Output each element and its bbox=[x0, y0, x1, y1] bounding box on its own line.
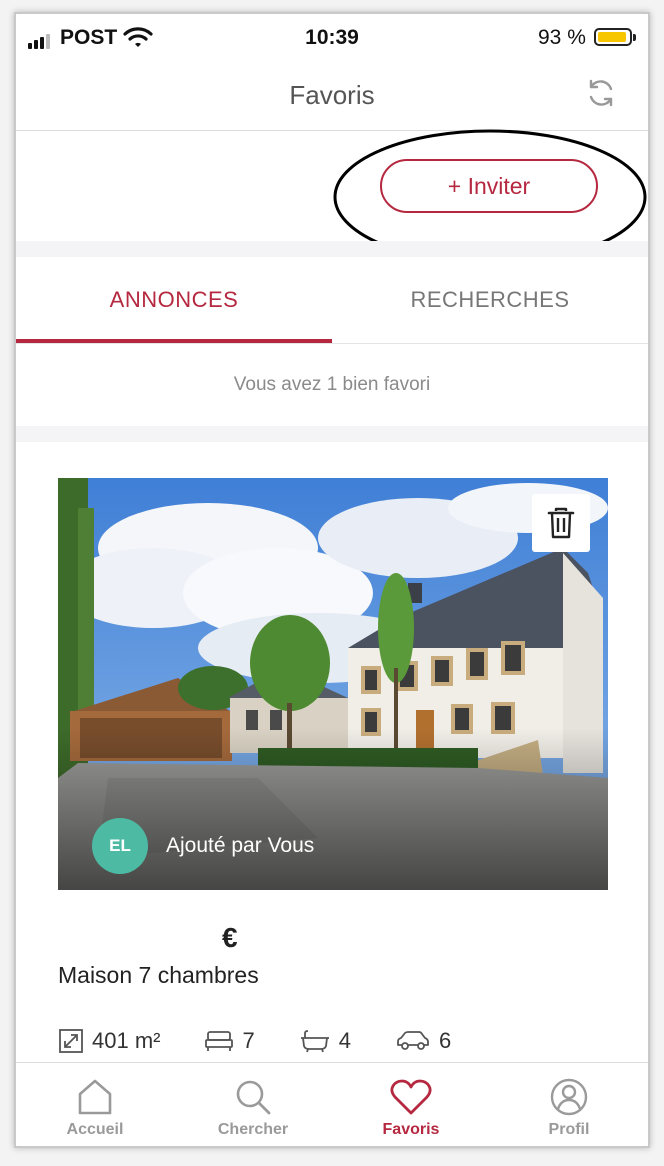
surface-icon bbox=[59, 1029, 83, 1053]
trash-icon bbox=[547, 507, 575, 539]
listing-features: 401 m² 7 4 6 bbox=[58, 1028, 495, 1054]
delete-favorite-button[interactable] bbox=[532, 494, 590, 552]
added-by: EL Ajouté par Vous bbox=[92, 818, 314, 874]
added-by-label: Ajouté par Vous bbox=[166, 834, 315, 857]
refresh-icon[interactable] bbox=[584, 76, 618, 110]
nav-chercher[interactable]: Chercher bbox=[174, 1063, 332, 1146]
listing-price: € bbox=[222, 922, 238, 953]
surface-value: 401 m² bbox=[92, 1028, 161, 1053]
search-icon bbox=[236, 1080, 271, 1115]
battery-icon bbox=[594, 28, 636, 46]
home-icon bbox=[78, 1079, 112, 1115]
car-icon bbox=[397, 1031, 429, 1050]
bed-icon bbox=[205, 1031, 234, 1051]
invite-button[interactable]: + Inviter bbox=[380, 159, 598, 213]
tab-annonces[interactable]: ANNONCES bbox=[16, 257, 332, 343]
status-bar: POST 10:39 93 % bbox=[16, 14, 648, 64]
nav-favoris[interactable]: Favoris bbox=[332, 1063, 490, 1146]
battery-percent: 93 % bbox=[538, 26, 586, 49]
feature-bedrooms: 7 bbox=[204, 1028, 255, 1054]
listing-title[interactable]: Maison 7 chambres bbox=[58, 962, 259, 989]
avatar: EL bbox=[92, 818, 148, 874]
nav-label-accueil: Accueil bbox=[66, 1121, 124, 1138]
bottom-nav: Accueil Chercher Favoris Profil bbox=[16, 1062, 648, 1146]
favorites-count: Vous avez 1 bien favori bbox=[16, 344, 648, 426]
section-divider bbox=[16, 426, 648, 442]
nav-label-favoris: Favoris bbox=[382, 1121, 440, 1138]
bedrooms-value: 7 bbox=[242, 1028, 255, 1053]
profile-icon bbox=[550, 1078, 588, 1116]
active-tab-indicator bbox=[16, 339, 332, 343]
invite-section: + Inviter bbox=[16, 131, 648, 241]
nav-label-profil: Profil bbox=[548, 1121, 590, 1138]
feature-surface: 401 m² bbox=[58, 1028, 160, 1054]
phone-screen: POST 10:39 93 % Favoris + Inviter ANNONC… bbox=[16, 14, 648, 1146]
tab-bar: ANNONCES RECHERCHES bbox=[16, 257, 648, 344]
heart-icon bbox=[390, 1079, 432, 1115]
feature-parking: 6 bbox=[395, 1028, 451, 1054]
nav-accueil[interactable]: Accueil bbox=[16, 1063, 174, 1146]
section-divider bbox=[16, 241, 648, 257]
listing-photo[interactable]: EL Ajouté par Vous bbox=[58, 478, 608, 890]
header: Favoris bbox=[16, 64, 648, 131]
bathtub-icon bbox=[300, 1030, 329, 1053]
bathrooms-value: 4 bbox=[338, 1028, 351, 1053]
parking-value: 6 bbox=[438, 1028, 452, 1053]
feature-bathrooms: 4 bbox=[299, 1028, 351, 1054]
nav-label-chercher: Chercher bbox=[217, 1121, 289, 1138]
page-title: Favoris bbox=[289, 80, 375, 110]
listing-card[interactable]: EL Ajouté par Vous € Maison 7 chambres 4… bbox=[16, 442, 648, 1062]
tab-recherches[interactable]: RECHERCHES bbox=[332, 257, 648, 343]
nav-profil[interactable]: Profil bbox=[490, 1063, 648, 1146]
